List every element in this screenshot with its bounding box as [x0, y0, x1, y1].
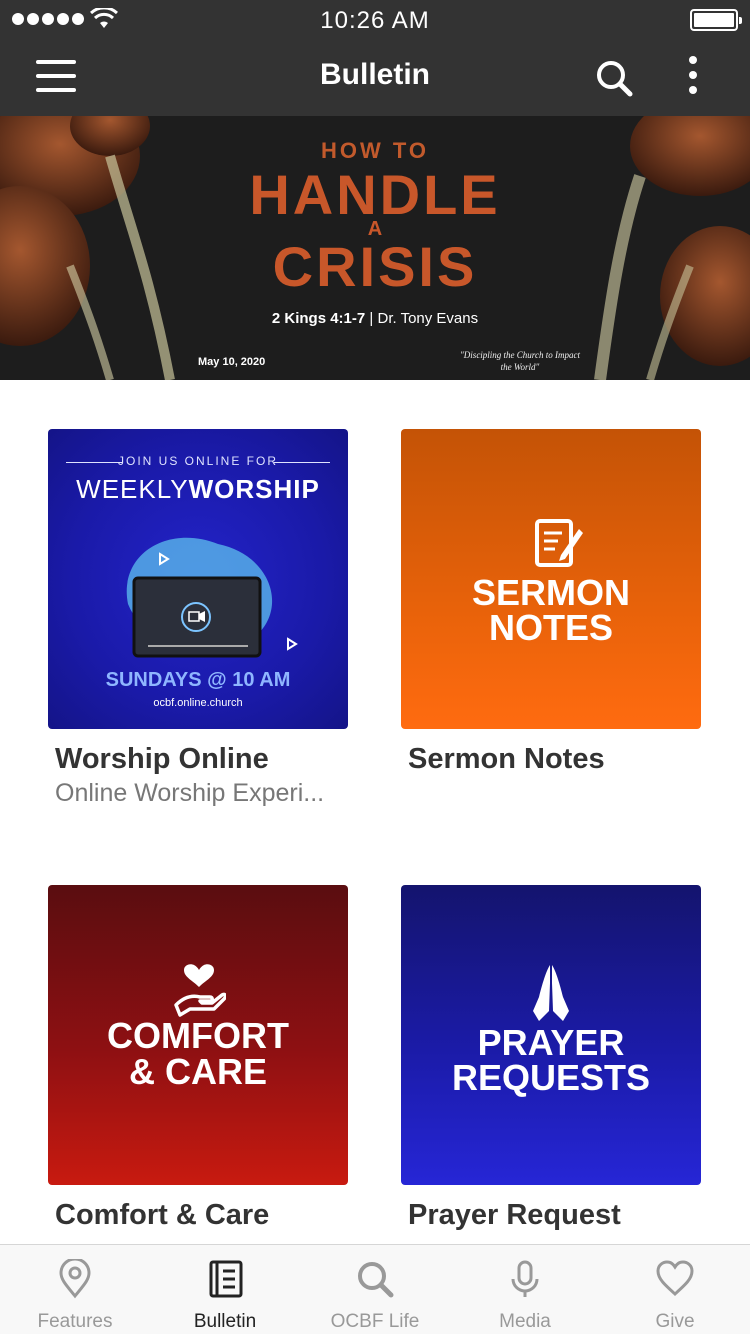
- sermon-line1: SERMON: [471, 572, 630, 613]
- tab-label: Bulletin: [193, 1311, 257, 1332]
- tab-give[interactable]: Give: [600, 1245, 750, 1334]
- prayer-request-image: PRAYER REQUESTS: [401, 885, 701, 1185]
- tab-label: Media: [499, 1311, 551, 1332]
- worship-kicker: JOIN US ONLINE FOR: [117, 454, 278, 468]
- heart-icon: [656, 1260, 694, 1297]
- hero-separator: |: [369, 310, 374, 327]
- worship-image-title: WEEKLYWORSHIP: [76, 474, 320, 504]
- comfort-care-image: COMFORT & CARE: [48, 885, 348, 1185]
- comfort-line1: COMFORT: [107, 1015, 289, 1056]
- prayer-line1: PRAYER: [477, 1022, 625, 1063]
- tab-label: Features: [37, 1311, 113, 1332]
- tab-features[interactable]: Features: [0, 1245, 150, 1334]
- hero-banner[interactable]: HOW TO HANDLE A CRISIS 2 Kings 4:1-7 | D…: [0, 116, 750, 380]
- worship-url: ocbf.online.church: [153, 697, 243, 709]
- hero-speaker: Dr. Tony Evans: [377, 310, 479, 327]
- card-title: Prayer Request: [408, 1199, 621, 1231]
- heart-hand-icon: [174, 964, 226, 1017]
- tab-ocbf-life[interactable]: OCBF Life: [300, 1245, 450, 1334]
- card-title: Worship Online: [55, 743, 269, 775]
- battery-icon: [690, 9, 742, 31]
- hero-kicker: HOW TO: [320, 138, 430, 163]
- status-bar: 10:26 AM: [0, 0, 750, 40]
- hero-date: May 10, 2020: [198, 356, 266, 368]
- notes-edit-icon: [535, 519, 583, 567]
- card-subtitle: Online Worship Experi...: [55, 779, 325, 807]
- more-options-button[interactable]: [680, 56, 706, 100]
- search-button[interactable]: [594, 58, 634, 98]
- hero-reference: 2 Kings 4:1-7 | Dr. Tony Evans: [0, 310, 750, 327]
- worship-online-image: JOIN US ONLINE FOR WEEKLYWORSHIP SUNDAYS…: [48, 429, 348, 729]
- page-title: Bulletin: [320, 58, 430, 91]
- tab-media[interactable]: Media: [450, 1245, 600, 1334]
- sermon-notes-image: SERMON NOTES: [401, 429, 701, 729]
- hero-scripture: 2 Kings 4:1-7: [271, 310, 366, 327]
- microphone-icon: [511, 1260, 539, 1297]
- search-icon: [358, 1262, 394, 1298]
- laptop-video-icon: [126, 537, 298, 658]
- hero-title-line2: CRISIS: [272, 235, 478, 298]
- prayer-line2: REQUESTS: [451, 1057, 651, 1098]
- tab-label: OCBF Life: [330, 1311, 420, 1332]
- nav-bar: Bulletin: [0, 40, 750, 116]
- tab-bar: Features Bulletin OCBF Life Media Give: [0, 1244, 750, 1334]
- tab-bulletin[interactable]: Bulletin: [150, 1245, 300, 1334]
- comfort-line2: & CARE: [128, 1051, 267, 1092]
- location-pin-icon: [59, 1259, 91, 1299]
- worship-schedule: SUNDAYS @ 10 AM: [105, 669, 291, 691]
- card-title: Sermon Notes: [408, 743, 605, 775]
- hero-quote: "Discipling the Church to Impact the Wor…: [460, 350, 580, 372]
- sermon-line2: NOTES: [488, 607, 613, 648]
- praying-hands-icon: [533, 965, 569, 1021]
- card-title: Comfort & Care: [55, 1199, 270, 1231]
- tab-label: Give: [655, 1311, 695, 1332]
- status-time: 10:26 AM: [320, 7, 430, 34]
- bulletin-book-icon: [209, 1260, 243, 1298]
